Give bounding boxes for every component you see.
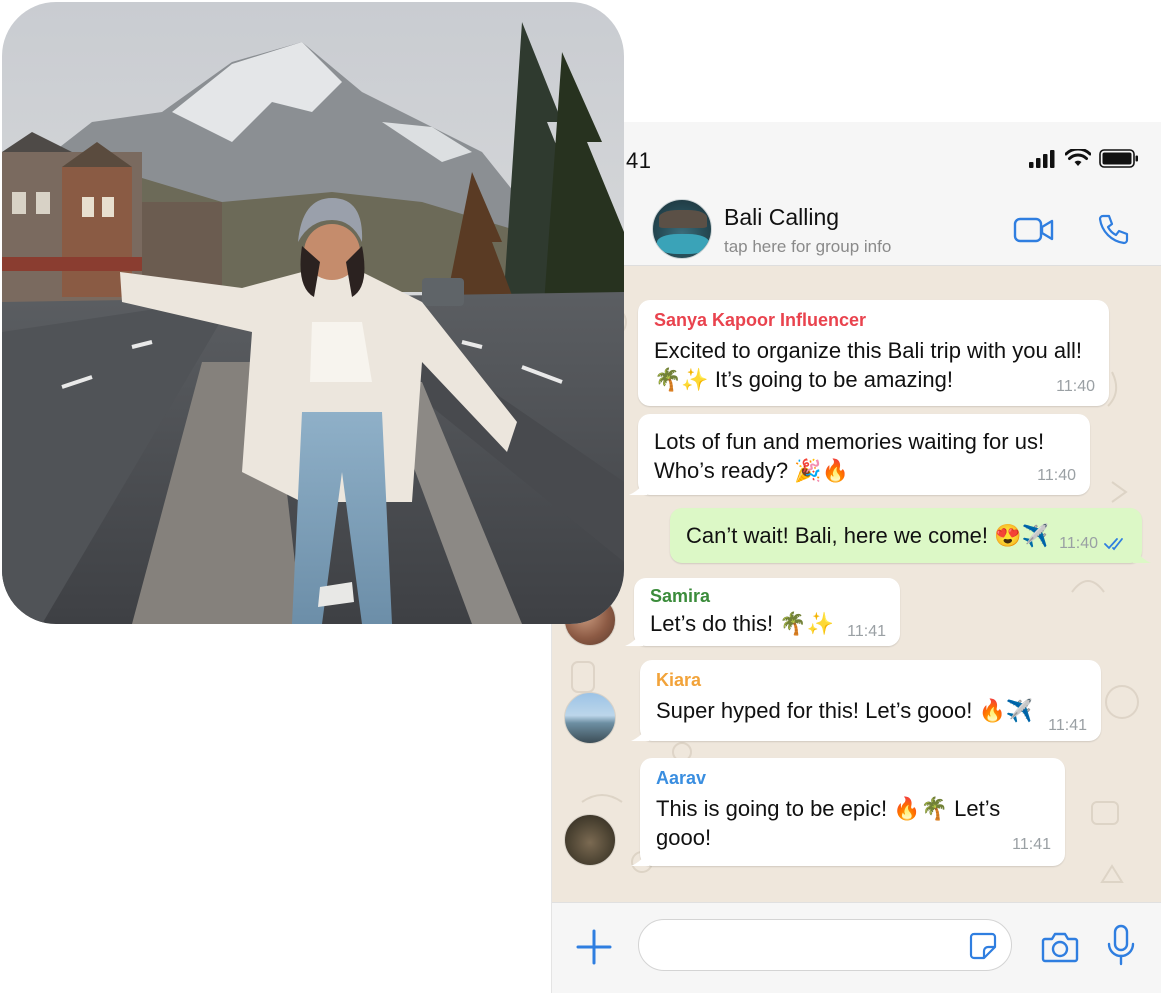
message-text-line: This is going to be epic! 🔥🌴 Let’s (656, 796, 1001, 821)
message-text-line: Lots of fun and memories waiting for us! (654, 429, 1045, 454)
voice-call-icon (1098, 214, 1129, 245)
message-bubble[interactable]: Kiara Super hyped for this! Let’s gooo! … (631, 660, 1101, 741)
message-time: 11:41 (1012, 836, 1051, 853)
message-time: 11:40 (1059, 535, 1128, 553)
group-info-hint[interactable]: tap here for group info (724, 237, 891, 257)
message-sender: Kiara (656, 670, 702, 690)
message-text: Super hyped for this! Let’s gooo! 🔥✈️ (656, 698, 1034, 723)
avatar-kiara[interactable] (564, 692, 616, 744)
message-bubble[interactable]: Aarav This is going to be epic! 🔥🌴 Let’s… (631, 758, 1065, 866)
message-text: Lots of fun and memories waiting for us!… (654, 427, 1075, 485)
message-text-line: Who’s ready? 🎉🔥 (654, 458, 850, 483)
wifi-icon (1065, 149, 1091, 166)
voice-call-button[interactable] (1090, 210, 1134, 250)
bubble-tail (631, 850, 649, 866)
avatar-aarav[interactable] (564, 814, 616, 866)
bubble-tail (1133, 547, 1151, 563)
message-text-line: Excited to organize this Bali trip with … (654, 338, 1082, 363)
microphone-icon[interactable] (1106, 923, 1136, 967)
travel-photo (2, 2, 624, 624)
read-receipt-icon (1104, 538, 1123, 551)
message-text-line: gooo! (656, 825, 712, 850)
message-bubble[interactable]: Samira Let’s do this! 🌴✨ 11:41 (625, 578, 900, 646)
cellular-signal-icon (1029, 149, 1055, 168)
message-text: This is going to be epic! 🔥🌴 Let’s gooo! (656, 794, 1050, 852)
bubble-tail (631, 725, 649, 741)
message-text-line: 🌴✨ It’s going to be amazing! (654, 367, 953, 392)
status-icons (1029, 149, 1139, 168)
video-call-button[interactable] (1012, 210, 1056, 250)
message-bubble-outgoing[interactable]: Can’t wait! Bali, here we come! 😍✈️ 11:4… (670, 508, 1151, 563)
message-time: 11:40 (1037, 467, 1076, 484)
message-sender: Samira (650, 586, 711, 606)
plus-icon[interactable] (574, 927, 614, 967)
bubble-tail (625, 630, 643, 646)
message-input[interactable] (638, 919, 1012, 971)
message-time: 11:41 (847, 623, 886, 640)
sticker-icon[interactable] (968, 931, 998, 961)
message-bubble[interactable]: Sanya Kapoor Influencer Excited to organ… (638, 300, 1109, 406)
group-title[interactable]: Bali Calling (724, 204, 839, 231)
bubble-tail (629, 479, 647, 495)
chat-screen: 41 Bali Calling tap here for group info … (551, 122, 1161, 993)
message-sender: Aarav (656, 768, 707, 788)
camera-icon[interactable] (1040, 927, 1080, 967)
message-text: Excited to organize this Bali trip with … (654, 336, 1094, 394)
group-avatar[interactable] (652, 199, 712, 259)
message-composer (552, 902, 1161, 993)
message-time: 11:41 (1048, 717, 1087, 734)
status-time: 41 (626, 148, 652, 173)
message-sender: Sanya Kapoor Influencer (654, 310, 867, 330)
video-call-icon (1013, 217, 1054, 243)
message-bubble[interactable]: Lots of fun and memories waiting for us!… (629, 414, 1090, 495)
message-time: 11:40 (1056, 378, 1095, 395)
status-bar: 41 (552, 122, 1161, 200)
battery-icon (1099, 149, 1138, 168)
chat-header[interactable]: Bali Calling tap here for group info (552, 192, 1161, 266)
